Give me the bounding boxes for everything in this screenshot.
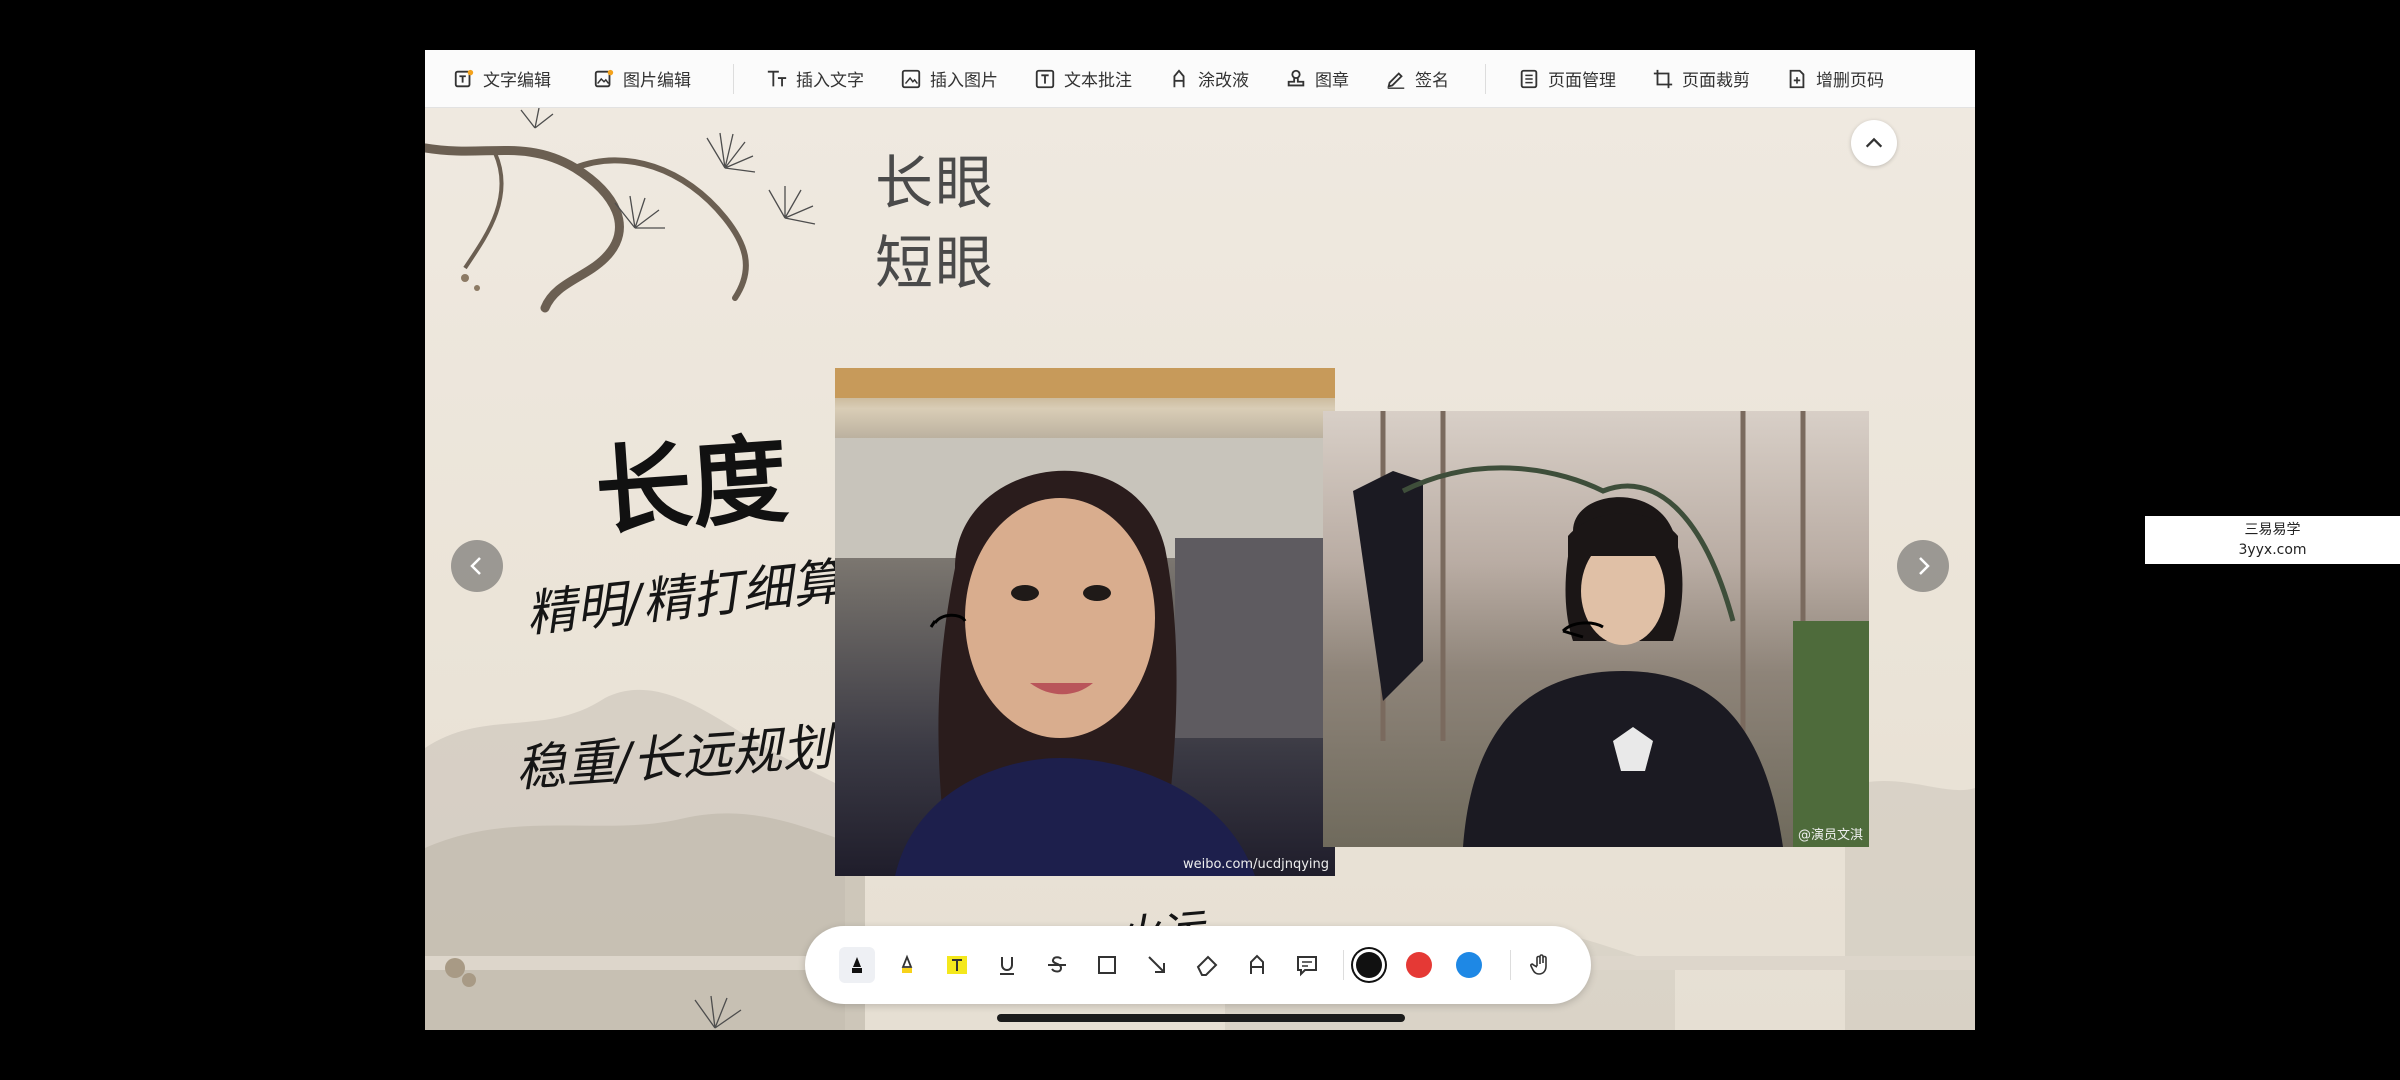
page-crop-icon	[1653, 69, 1673, 88]
heading-long-eye: 长眼	[875, 149, 996, 217]
collapse-toolbar-button[interactable]	[1851, 120, 1897, 166]
hand-icon	[1530, 954, 1547, 975]
page-number-button[interactable]: 增删页码	[1786, 66, 1884, 91]
text-annotation-button[interactable]: 文本批注	[1034, 66, 1132, 91]
rectangle-icon	[1098, 956, 1116, 974]
photo-right[interactable]: @演员文淇	[1323, 411, 1869, 847]
arrow-icon	[1148, 956, 1165, 973]
prev-page-button[interactable]	[451, 540, 503, 592]
comment-icon	[1297, 956, 1317, 977]
text-edit-button[interactable]: 文字编辑	[453, 66, 551, 91]
calligraphy-length: 长度	[591, 422, 792, 549]
insert-image-button[interactable]: 插入图片	[900, 66, 998, 91]
highlighter-icon	[901, 954, 913, 973]
eraser-tool[interactable]	[1189, 947, 1225, 983]
page-manage-icon	[1520, 69, 1538, 88]
correction-fluid-button[interactable]: 涂改液	[1168, 66, 1249, 91]
watermark-title: 三易易学	[2244, 522, 2301, 538]
stamp-label: 图章	[1315, 71, 1349, 91]
top-toolbar: 文字编辑 图片编辑 插入文字 插入图片 文本批注 涂改液 图章 签名 页面管理 …	[425, 50, 1975, 108]
underline-tool[interactable]	[989, 947, 1025, 983]
underline-icon	[1000, 957, 1014, 975]
page-crop-label: 页面裁剪	[1682, 71, 1750, 91]
text-tool[interactable]	[1239, 947, 1275, 983]
text-tool-icon	[1250, 954, 1264, 974]
next-page-button[interactable]	[1897, 540, 1949, 592]
arrow-tool[interactable]	[1139, 947, 1175, 983]
page-crop-button[interactable]: 页面裁剪	[1652, 66, 1750, 91]
color-red-swatch[interactable]	[1406, 952, 1432, 978]
page-number-icon	[1789, 69, 1805, 88]
document-page: 长眼 短眼 长度 精明/精打细算 稳重/长远规划 火运 weibo.com/uc…	[425, 108, 1975, 1030]
pdf-editor-window: 文字编辑 图片编辑 插入文字 插入图片 文本批注 涂改液 图章 签名 页面管理 …	[425, 50, 1975, 1030]
home-indicator	[997, 1014, 1405, 1022]
chevron-up-icon	[1865, 137, 1883, 148]
drawing-toolbar	[805, 926, 1591, 1004]
text-edit-label: 文字编辑	[483, 71, 551, 91]
strikethrough-tool[interactable]	[1039, 947, 1075, 983]
insert-text-icon	[767, 70, 787, 86]
ink-pine-bottom-decoration	[445, 958, 742, 1029]
slide-heading: 长眼 短眼	[875, 143, 995, 303]
image-edit-button[interactable]: 图片编辑	[593, 66, 691, 91]
color-blue-swatch[interactable]	[1456, 952, 1482, 978]
drawbar-divider	[1343, 950, 1344, 980]
chevron-right-icon	[1919, 557, 1930, 575]
toolbar-divider	[733, 63, 734, 94]
page-number-label: 增删页码	[1816, 71, 1884, 91]
stamp-icon	[1287, 69, 1305, 86]
signature-icon	[1387, 71, 1405, 89]
page-manage-button[interactable]: 页面管理	[1518, 66, 1616, 91]
heading-short-eye: 短眼	[875, 229, 996, 297]
insert-image-icon	[901, 69, 921, 88]
image-edit-icon	[594, 69, 614, 87]
eraser-icon	[1196, 955, 1218, 976]
ink-pine-decoration	[425, 108, 816, 313]
pen-icon	[852, 957, 862, 973]
correction-fluid-icon	[1173, 68, 1185, 87]
toolbar-divider	[1485, 63, 1486, 94]
rectangle-tool[interactable]	[1089, 947, 1125, 983]
pen-tool[interactable]	[839, 947, 875, 983]
watermark-url: 3yyx.com	[2238, 542, 2307, 558]
correction-fluid-label: 涂改液	[1198, 71, 1249, 91]
color-black-swatch[interactable]	[1356, 952, 1382, 978]
signature-button[interactable]: 签名	[1385, 66, 1449, 91]
text-annotation-icon	[1035, 69, 1055, 88]
stamp-button[interactable]: 图章	[1285, 66, 1349, 91]
text-annotation-label: 文本批注	[1064, 71, 1132, 91]
text-highlight-tool[interactable]	[939, 947, 975, 983]
photo-left[interactable]: weibo.com/ucdjnqying	[835, 368, 1335, 876]
photo-left-illustration	[835, 368, 1335, 876]
insert-text-button[interactable]: 插入文字	[766, 66, 864, 91]
drawbar-divider	[1510, 950, 1511, 980]
image-edit-label: 图片编辑	[623, 71, 691, 91]
chevron-left-icon	[470, 557, 481, 575]
strikethrough-icon	[1048, 956, 1066, 973]
comment-tool[interactable]	[1289, 947, 1325, 983]
insert-text-label: 插入文字	[796, 71, 864, 91]
text-highlight-icon	[947, 956, 967, 974]
insert-image-label: 插入图片	[930, 71, 998, 91]
photo-right-illustration	[1353, 411, 1869, 847]
photo-left-caption: weibo.com/ucdjnqying	[1182, 857, 1329, 872]
page-manage-label: 页面管理	[1548, 71, 1616, 91]
signature-label: 签名	[1415, 71, 1449, 91]
site-watermark: 三易易学 3yyx.com	[2145, 516, 2400, 564]
photo-right-caption: @演员文淇	[1797, 828, 1863, 843]
highlighter-tool[interactable]	[889, 947, 925, 983]
text-edit-icon	[454, 69, 474, 87]
pan-tool[interactable]	[1523, 947, 1559, 983]
